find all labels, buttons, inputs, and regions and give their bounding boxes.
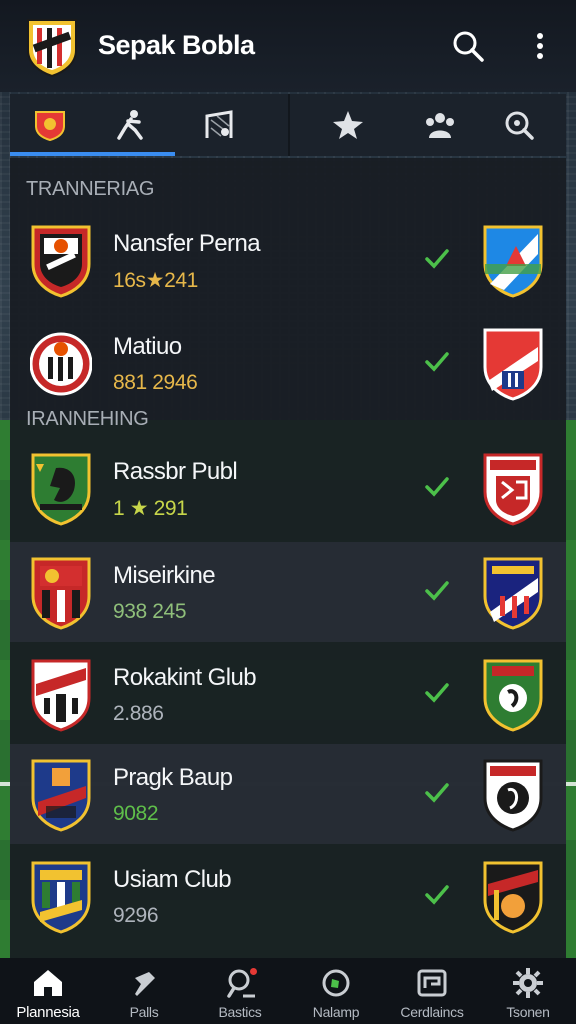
nav-label: Plannesia	[16, 1004, 80, 1021]
list-item[interactable]: Miseirkine 938 245	[10, 542, 566, 642]
club-crest-icon	[31, 557, 91, 630]
nav-item-settings[interactable]: Tsonen	[480, 958, 576, 1024]
goal-net-icon	[205, 110, 233, 138]
tab-teams[interactable]	[408, 94, 472, 156]
opponent-crest-icon	[483, 557, 543, 630]
opponent-crest-icon	[483, 861, 543, 934]
club-crest-icon	[31, 453, 91, 526]
ball-icon	[322, 969, 350, 997]
bottom-navigation: Plannesia Palls Bastics Nalamp Cerdlainc…	[0, 958, 576, 1024]
player-running-icon	[117, 110, 143, 140]
nav-item-palls[interactable]: Palls	[96, 958, 192, 1024]
nav-item-bastics[interactable]: Bastics	[192, 958, 288, 1024]
list-item[interactable]: Usiam Club 9296	[10, 846, 566, 946]
notification-badge	[250, 968, 257, 975]
nav-item-cerdlaincs[interactable]: Cerdlaincs	[384, 958, 480, 1024]
list-item[interactable]: Rokakint Glub 2.886	[10, 644, 566, 744]
club-name: Usiam Club	[113, 866, 232, 893]
club-stats: 1 ★ 291	[113, 497, 188, 520]
home-icon	[34, 970, 62, 996]
nav-item-home[interactable]: Plannesia	[0, 958, 96, 1024]
club-crest-icon	[35, 111, 65, 142]
section-label: TRANNERIAG	[26, 178, 155, 200]
club-name: Nansfer Perna	[113, 230, 261, 257]
club-name: Rokakint Glub	[113, 664, 257, 691]
search-icon	[505, 111, 534, 140]
club-crest-icon	[30, 332, 92, 396]
club-stats: 881 2946	[113, 371, 198, 394]
check-icon	[425, 477, 449, 497]
club-stats: 16s★241	[113, 269, 198, 292]
category-tab-bar	[10, 94, 566, 156]
opponent-crest-icon	[483, 659, 543, 732]
opponent-crest-icon	[483, 453, 543, 526]
cards-icon	[417, 969, 447, 997]
nav-label: Bastics	[218, 1004, 262, 1020]
nav-label: Palls	[129, 1004, 159, 1020]
check-icon	[425, 249, 449, 269]
tab-search[interactable]	[472, 94, 566, 156]
club-crest-icon	[31, 861, 91, 934]
app-title: Sepak Bobla	[98, 30, 255, 60]
app-logo-crest-icon	[27, 19, 77, 78]
tab-goals[interactable]	[170, 94, 270, 156]
more-vert-icon[interactable]	[528, 28, 552, 64]
club-name: Miseirkine	[113, 562, 216, 589]
club-stats: 2.886	[113, 702, 164, 725]
check-icon	[425, 352, 449, 372]
check-icon	[425, 885, 449, 905]
club-stats: 938 245	[113, 600, 187, 623]
opponent-crest-icon	[483, 759, 543, 832]
list-item[interactable]: Nansfer Perna 16s★241	[10, 210, 566, 310]
list-item[interactable]: Matiuo 881 2946	[10, 313, 566, 413]
club-stats: 9296	[113, 904, 159, 927]
check-icon	[425, 683, 449, 703]
app-bar: Sepak Bobla	[0, 0, 576, 92]
team-icon	[426, 113, 454, 138]
tab-favorites[interactable]	[288, 94, 408, 156]
club-name: Pragk Baup	[113, 764, 233, 791]
nav-label: Tsonen	[506, 1004, 550, 1020]
opponent-crest-icon	[483, 225, 543, 298]
list-item[interactable]: Rassbr Publ 1 ★ 291	[10, 438, 566, 538]
settings-icon	[513, 968, 543, 998]
section-label: IRANNEHING	[26, 408, 149, 430]
check-icon	[425, 581, 449, 601]
active-tab-indicator	[10, 152, 175, 156]
list-item[interactable]: Pragk Baup 9082	[10, 744, 566, 844]
club-crest-icon	[31, 759, 91, 832]
club-stats: 9082	[113, 802, 159, 825]
opponent-crest-icon	[483, 328, 543, 401]
star-icon	[333, 111, 363, 139]
search-icon[interactable]	[450, 28, 486, 64]
club-name: Matiuo	[113, 333, 182, 360]
nav-item-nalamp[interactable]: Nalamp	[288, 958, 384, 1024]
tab-clubs[interactable]	[10, 94, 90, 156]
nav-label: Nalamp	[312, 1004, 360, 1020]
tab-players[interactable]	[90, 94, 170, 156]
check-icon	[425, 783, 449, 803]
club-crest-icon	[31, 225, 91, 298]
nav-label: Cerdlaincs	[400, 1004, 464, 1020]
club-name: Rassbr Publ	[113, 458, 238, 485]
tab-gap	[270, 94, 288, 156]
club-crest-icon	[31, 659, 91, 732]
pin-icon	[135, 972, 155, 996]
club-list-panel: TRANNERIAG Nansfer Perna 16s★241 Matiuo …	[10, 158, 566, 958]
